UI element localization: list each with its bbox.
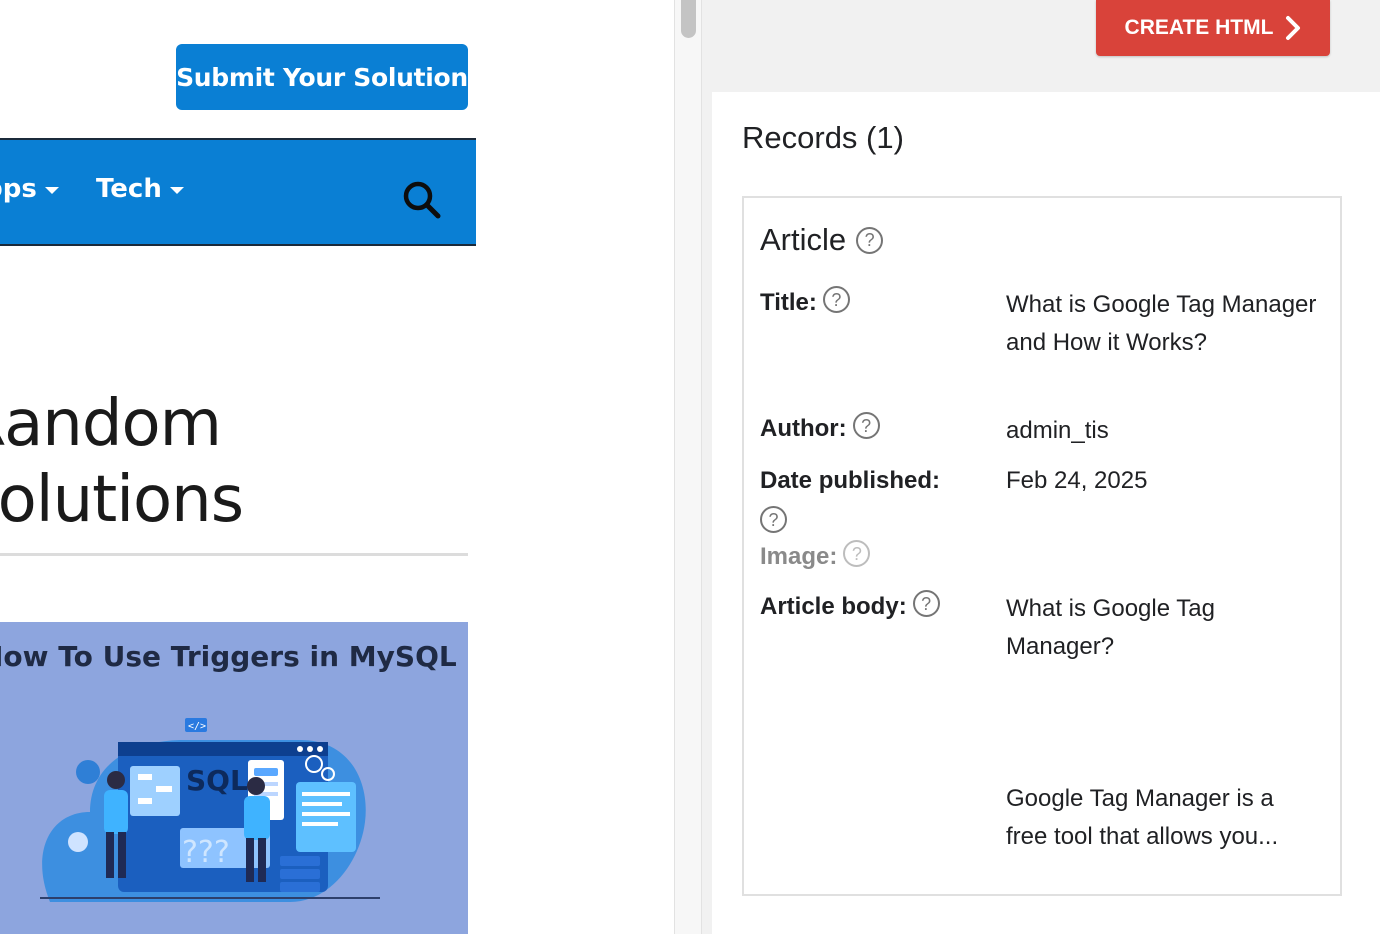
field-label-image: Image:? bbox=[760, 538, 871, 576]
field-label-date-published: Date published:? bbox=[760, 462, 970, 538]
caret-down-icon bbox=[169, 186, 184, 194]
field-label-author: Author:? bbox=[760, 410, 880, 448]
scrollbar-thumb[interactable] bbox=[681, 0, 696, 38]
nav-item-label: Apps bbox=[0, 174, 37, 204]
submit-solution-button[interactable]: Submit Your Solution bbox=[176, 44, 468, 110]
help-icon[interactable]: ? bbox=[856, 226, 884, 254]
nav-item-label: Tech bbox=[96, 174, 162, 204]
heading-divider bbox=[0, 553, 468, 556]
field-value-title: What is Google Tag Manager and How it Wo… bbox=[1006, 291, 1317, 356]
help-icon[interactable]: ? bbox=[822, 286, 850, 314]
site-title-line-1: Random bbox=[0, 387, 222, 461]
field-value-author: admin_tis bbox=[1006, 417, 1109, 444]
post-thumbnail[interactable]: How To Use Triggers in MySQL SQL ??? </> bbox=[0, 622, 468, 934]
records-panel: Records (1) Article ? Title:? What is Go… bbox=[712, 92, 1380, 934]
chevron-right-icon bbox=[1286, 16, 1301, 40]
code-tag-text: </> bbox=[188, 721, 206, 732]
help-icon[interactable]: ? bbox=[852, 412, 880, 440]
sql-text: SQL bbox=[186, 764, 248, 797]
question-marks-text: ??? bbox=[182, 835, 230, 870]
field-value-article-body-text: Google Tag Manager is a free tool that a… bbox=[1006, 785, 1279, 850]
thumbnail-title: How To Use Triggers in MySQL bbox=[0, 640, 457, 673]
nav-item-apps[interactable]: Apps bbox=[0, 174, 59, 204]
site-title-line-2: Solutions bbox=[0, 463, 244, 537]
site-title[interactable]: Random Solutions bbox=[0, 386, 476, 538]
field-label-title: Title:? bbox=[760, 284, 850, 322]
nav-item-tech[interactable]: Tech bbox=[96, 174, 184, 204]
field-label-article-body: Article body:? bbox=[760, 588, 940, 626]
field-value-date-published: Feb 24, 2025 bbox=[1006, 467, 1148, 494]
records-heading: Records (1) bbox=[742, 120, 904, 155]
field-value-article-body-heading: What is Google Tag Manager? bbox=[1006, 595, 1216, 660]
caret-down-icon bbox=[44, 186, 59, 194]
rich-results-pane: CREATE HTML Records (1) Article ? Title:… bbox=[702, 0, 1380, 934]
help-icon[interactable]: ? bbox=[912, 590, 940, 618]
website-pane: Submit Your Solution Apps Tech Random So… bbox=[0, 0, 674, 934]
record-type-heading: Article ? bbox=[760, 222, 884, 258]
record-type-label: Article bbox=[760, 222, 847, 257]
website-scrollbar[interactable] bbox=[674, 0, 702, 934]
help-icon[interactable]: ? bbox=[760, 506, 787, 534]
create-html-label: CREATE HTML bbox=[1124, 16, 1274, 39]
article-record-card: Article ? Title:? What is Google Tag Man… bbox=[742, 196, 1342, 896]
help-icon[interactable]: ? bbox=[843, 540, 871, 568]
create-html-button[interactable]: CREATE HTML bbox=[1096, 0, 1330, 56]
main-navbar: Apps Tech bbox=[0, 138, 476, 246]
search-icon[interactable] bbox=[400, 178, 444, 222]
sql-illustration: SQL ??? </> bbox=[40, 718, 380, 902]
